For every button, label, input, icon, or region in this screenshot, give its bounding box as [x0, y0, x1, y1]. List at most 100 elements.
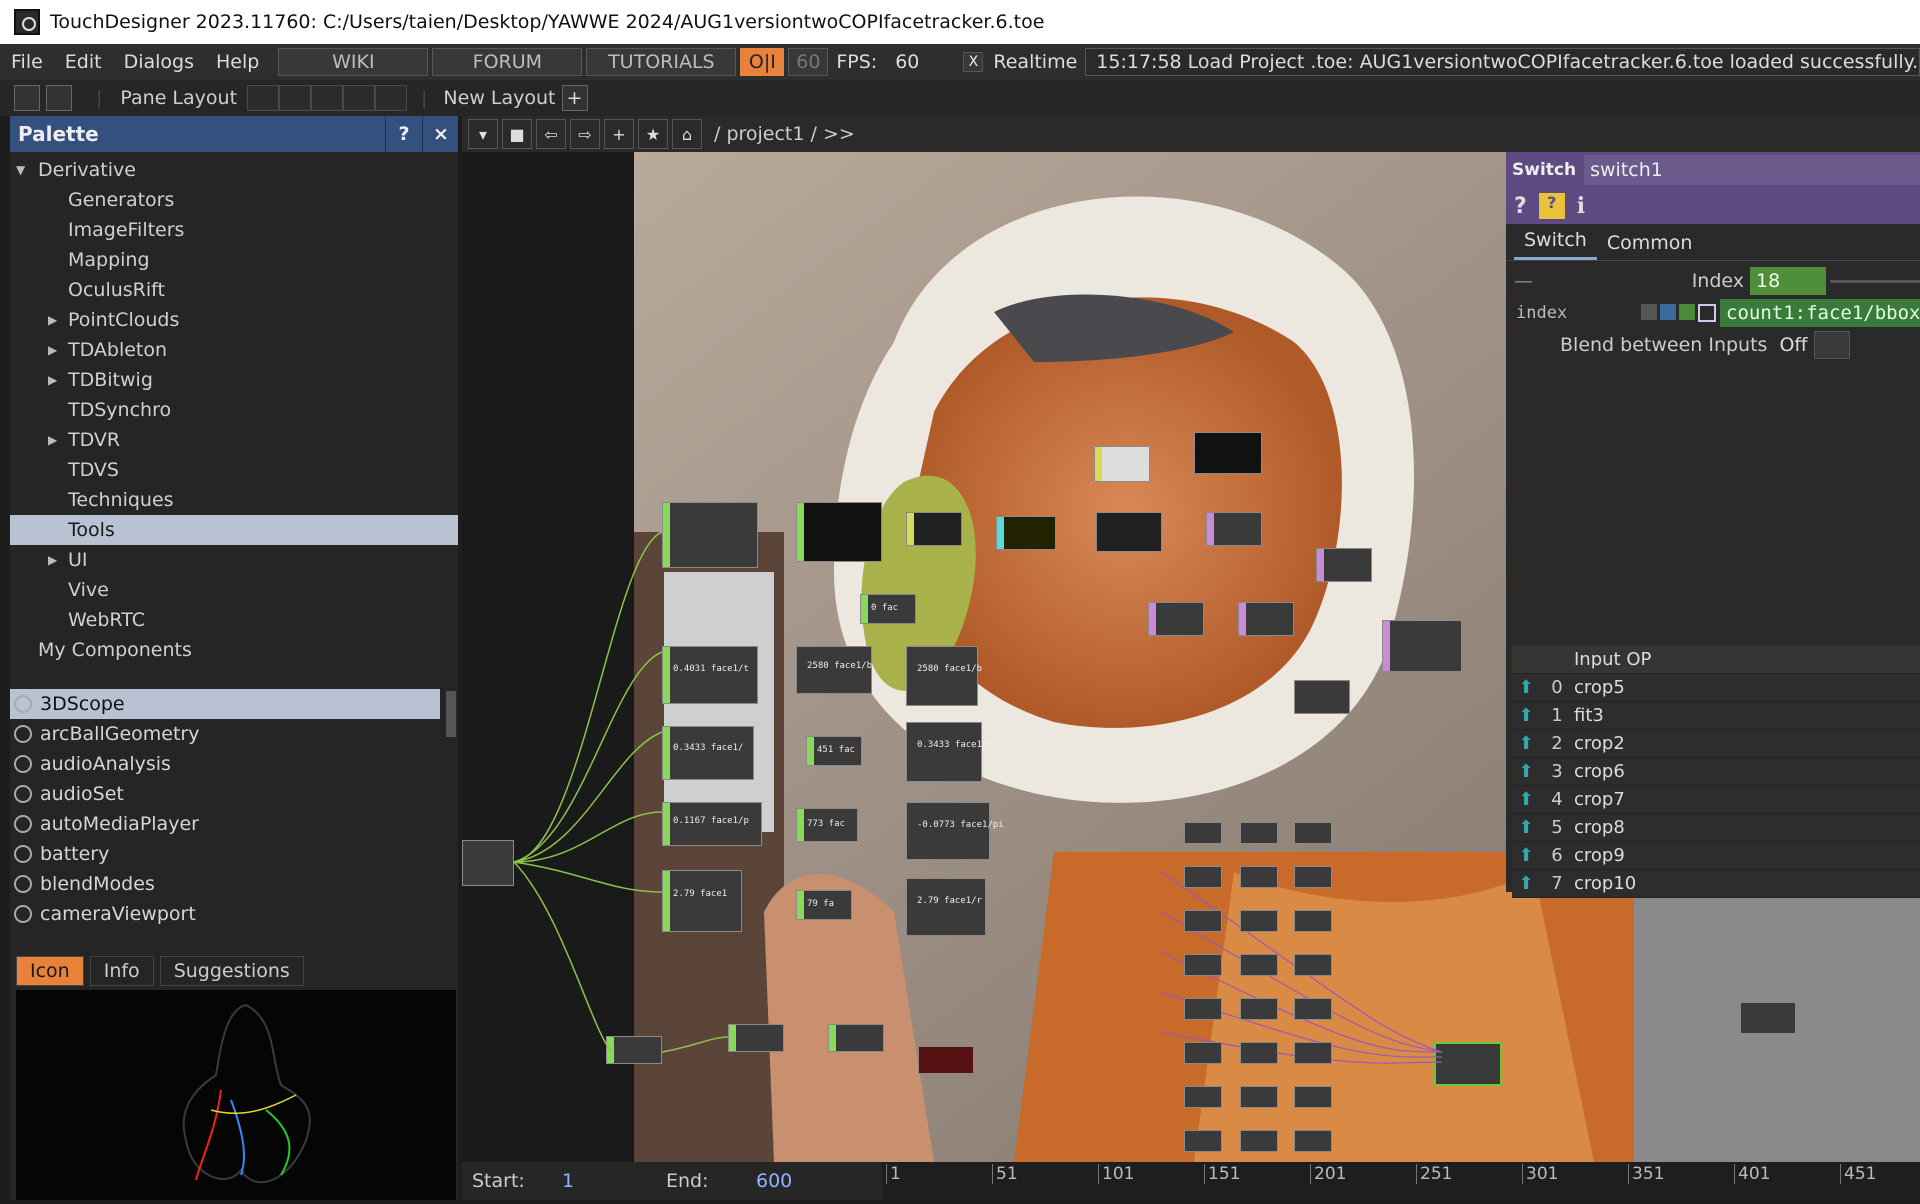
input-op-name[interactable]: crop5 — [1574, 677, 1625, 698]
operator-node[interactable] — [1294, 954, 1332, 976]
tutorials-button[interactable]: TUTORIALS — [586, 48, 737, 76]
palette-tree-item[interactable]: Vive — [10, 575, 458, 605]
component-list-scrollbar[interactable] — [446, 691, 456, 737]
tab-icon[interactable]: Icon — [16, 956, 84, 986]
operator-node[interactable] — [1240, 866, 1278, 888]
palette-tree-item[interactable]: WebRTC — [10, 605, 458, 635]
input-op-row[interactable]: ⬆ 2 crop2 — [1512, 730, 1920, 758]
palette-tree-item[interactable]: ▶ UI — [10, 545, 458, 575]
drag-handle-icon[interactable]: ⬆ — [1512, 789, 1540, 810]
operator-node[interactable] — [1184, 954, 1222, 976]
input-op-name[interactable]: crop6 — [1574, 761, 1625, 782]
drag-handle-icon[interactable]: ⬆ — [1512, 677, 1540, 698]
help-icon[interactable]: ? — [1514, 194, 1527, 219]
component-item[interactable]: arcBallGeometry — [10, 719, 440, 749]
operator-node[interactable] — [1240, 998, 1278, 1020]
input-op-name[interactable]: crop2 — [1574, 733, 1625, 754]
fps-target[interactable]: 60 — [788, 48, 829, 76]
operator-node[interactable] — [1294, 822, 1332, 844]
menu-edit[interactable]: Edit — [54, 51, 113, 73]
drag-handle-icon[interactable]: ⬆ — [1512, 733, 1540, 754]
home-icon[interactable]: ⌂ — [672, 119, 702, 149]
tab-switch[interactable]: Switch — [1514, 229, 1597, 260]
end-value-field[interactable]: 600 — [756, 1170, 792, 1192]
constant-mode-icon[interactable] — [1641, 304, 1657, 320]
input-op-name[interactable]: crop10 — [1574, 873, 1636, 894]
network-path[interactable]: / project1 / >> — [714, 123, 855, 145]
palette-tree-item[interactable]: Mapping — [10, 245, 458, 275]
network-stop-button[interactable]: ■ — [502, 119, 532, 149]
operator-node[interactable] — [1184, 910, 1222, 932]
operator-node[interactable] — [1294, 998, 1332, 1020]
component-item[interactable]: audioAnalysis — [10, 749, 440, 779]
drag-handle-icon[interactable]: ⬆ — [1512, 845, 1540, 866]
index-value-field[interactable]: 18 — [1750, 267, 1826, 295]
wiki-button[interactable]: WIKI — [278, 48, 429, 76]
expression-mode-icon[interactable] — [1660, 304, 1676, 320]
component-item[interactable]: autoMediaPlayer — [10, 809, 440, 839]
operator-node[interactable] — [1240, 1042, 1278, 1064]
anchor-icon[interactable] — [46, 85, 72, 111]
input-op-name[interactable]: fit3 — [1574, 705, 1604, 726]
layout-split-vertical-button[interactable] — [279, 85, 312, 111]
operator-node[interactable] — [1240, 910, 1278, 932]
operator-node[interactable] — [1294, 1086, 1332, 1108]
add-layout-button[interactable]: + — [561, 85, 588, 111]
operator-node[interactable] — [1294, 1042, 1332, 1064]
menu-help[interactable]: Help — [205, 51, 270, 73]
layout-single-button[interactable] — [247, 85, 280, 111]
layout-split-horizontal-button[interactable] — [311, 85, 344, 111]
add-op-button[interactable]: + — [604, 119, 634, 149]
realtime-checkbox[interactable]: X — [963, 52, 984, 72]
component-item[interactable]: cameraViewport — [10, 899, 440, 929]
operator-node[interactable] — [1240, 1086, 1278, 1108]
input-op-row[interactable]: ⬆ 0 crop5 — [1512, 674, 1920, 702]
palette-tree-item[interactable]: Tools — [10, 515, 458, 545]
operator-node[interactable] — [1240, 1130, 1278, 1152]
expand-open-icon[interactable]: ▼ — [16, 155, 25, 185]
expand-closed-icon[interactable]: ▶ — [48, 425, 57, 455]
palette-tree-item[interactable]: OculusRift — [10, 275, 458, 305]
export-mode-icon[interactable] — [1679, 304, 1695, 320]
input-op-row[interactable]: ⬆ 6 crop9 — [1512, 842, 1920, 870]
forum-button[interactable]: FORUM — [432, 48, 583, 76]
info-icon[interactable]: i — [1577, 193, 1585, 219]
operator-node[interactable] — [1240, 954, 1278, 976]
operator-node[interactable] — [1184, 1042, 1222, 1064]
palette-tree-item[interactable]: ▶ TDBitwig — [10, 365, 458, 395]
drag-handle-icon[interactable]: ⬆ — [1512, 817, 1540, 838]
bookmark-star-icon[interactable]: ★ — [638, 119, 668, 149]
operator-node[interactable] — [1184, 822, 1222, 844]
index-slider[interactable] — [1830, 279, 1920, 283]
input-op-row[interactable]: ⬆ 5 crop8 — [1512, 814, 1920, 842]
expand-closed-icon[interactable]: ▶ — [48, 335, 57, 365]
palette-tree-item[interactable]: ▼ Derivative — [10, 155, 458, 185]
layout-four-button[interactable] — [375, 85, 408, 111]
input-op-name[interactable]: crop7 — [1574, 789, 1625, 810]
drag-handle-icon[interactable]: ⬆ — [1512, 873, 1540, 894]
input-op-row[interactable]: ⬆ 7 crop10 — [1512, 870, 1920, 898]
forward-icon[interactable]: ⇨ — [570, 119, 600, 149]
bind-mode-icon[interactable] — [1698, 304, 1716, 322]
component-item[interactable]: battery — [10, 839, 440, 869]
component-item[interactable]: blendModes — [10, 869, 440, 899]
palette-tree-item[interactable]: My Components — [10, 635, 458, 665]
drag-handle-icon[interactable]: ⬆ — [1512, 705, 1540, 726]
op-name-field[interactable]: switch1 — [1584, 155, 1920, 185]
component-item[interactable]: audioSet — [10, 779, 440, 809]
operator-node[interactable] — [1240, 822, 1278, 844]
expand-closed-icon[interactable]: ▶ — [48, 305, 57, 335]
operator-node[interactable] — [1184, 1086, 1222, 1108]
input-op-row[interactable]: ⬆ 1 fit3 — [1512, 702, 1920, 730]
operator-node[interactable] — [1294, 866, 1332, 888]
index-expression-field[interactable]: count1:face1/bbox — [1720, 299, 1920, 327]
palette-tree-item[interactable]: Techniques — [10, 485, 458, 515]
palette-tree-item[interactable]: TDSynchro — [10, 395, 458, 425]
operator-node[interactable] — [1294, 910, 1332, 932]
palette-tree-item[interactable]: Generators — [10, 185, 458, 215]
component-item[interactable]: 3DScope — [10, 689, 440, 719]
tab-suggestions[interactable]: Suggestions — [159, 956, 304, 986]
tab-info[interactable]: Info — [89, 956, 154, 986]
palette-tree-item[interactable]: ImageFilters — [10, 215, 458, 245]
menu-file[interactable]: File — [0, 51, 54, 73]
